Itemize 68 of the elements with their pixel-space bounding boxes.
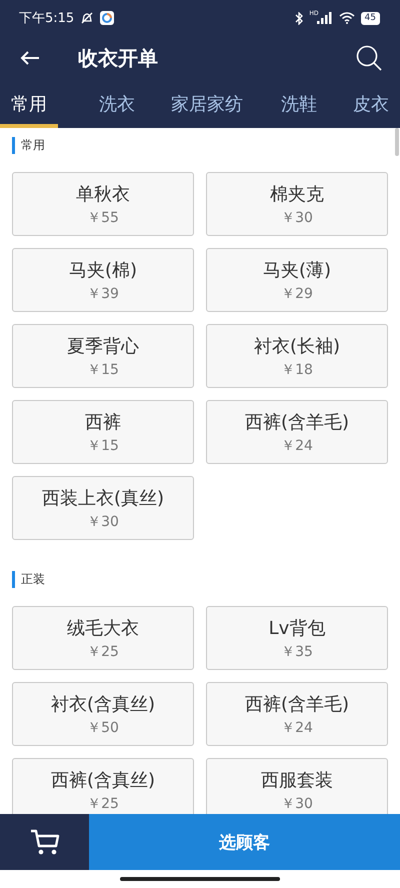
garment-card[interactable]: 夏季背心 ￥15 [12,324,194,388]
garment-price: ￥50 [87,718,119,736]
category-tab[interactable]: 家居家纺 [160,80,254,128]
garment-name: 西裤(含真丝) [50,768,156,792]
garment-card[interactable]: 西裤(含羊毛) ￥24 [206,682,388,746]
garment-price: ￥24 [281,436,313,454]
garment-price: ￥29 [281,284,313,302]
garment-card[interactable]: 西裤(含真丝) ￥25 [12,758,194,814]
section-marker [12,137,15,154]
garment-price: ￥18 [281,360,313,378]
category-tab[interactable]: 洗衣 [88,80,146,128]
garment-price: ￥25 [87,642,119,660]
garment-name: 西裤(含羊毛) [244,410,350,434]
battery-level: 45 [360,12,380,24]
garment-card[interactable]: 西装上衣(真丝) ￥30 [12,476,194,540]
garment-price: ￥25 [87,794,119,812]
category-tab[interactable]: 皮衣 [342,80,400,128]
search-icon[interactable] [356,45,382,71]
scrollbar[interactable] [395,128,399,156]
mute-icon [80,11,94,25]
garment-name: 西装上衣(真丝) [42,486,164,510]
garment-card[interactable]: 棉夹克 ￥30 [206,172,388,236]
garment-price: ￥30 [281,208,313,226]
garment-name: 绒毛大衣 [67,616,139,640]
garment-name: 西裤 [85,410,121,434]
page-title: 收衣开单 [78,44,159,72]
bluetooth-icon [295,12,304,24]
garment-card[interactable]: 西裤(含羊毛) ￥24 [206,400,388,464]
garment-card[interactable]: 西服套装 ￥30 [206,758,388,814]
garment-card[interactable]: 单秋衣 ￥55 [12,172,194,236]
garment-name: 马夹(薄) [262,258,332,282]
cart-button[interactable] [0,814,89,870]
garment-name: 夏季背心 [67,334,139,358]
garment-name: 马夹(棉) [68,258,138,282]
garment-card[interactable]: 绒毛大衣 ￥25 [12,606,194,670]
section-title: 正装 [21,571,45,588]
app-icon [100,11,114,25]
category-tab[interactable]: 常用 [0,80,58,128]
garment-card[interactable]: 衬衣(长袖) ￥18 [206,324,388,388]
garment-price: ￥15 [87,360,119,378]
garment-card[interactable]: 衬衣(含真丝) ￥50 [12,682,194,746]
garment-card[interactable]: 西裤 ￥15 [12,400,194,464]
back-icon[interactable] [20,50,40,66]
select-customer-button[interactable]: 选顾客 [89,814,400,870]
category-tab[interactable]: 洗鞋 [270,80,328,128]
garment-price: ￥55 [87,208,119,226]
garment-price: ￥24 [281,718,313,736]
garment-name: 衬衣(含真丝) [50,692,156,716]
garment-card[interactable]: Lv背包 ￥35 [206,606,388,670]
garment-name: 西服套装 [261,768,333,792]
garment-price: ￥15 [87,436,119,454]
garment-card[interactable]: 马夹(薄) ￥29 [206,248,388,312]
garment-name: 棉夹克 [270,182,324,206]
garment-name: Lv背包 [268,616,326,640]
garment-price: ￥35 [281,642,313,660]
garment-price: ￥39 [87,284,119,302]
signal-icon [316,12,333,24]
section-marker [12,571,15,588]
garment-name: 西裤(含羊毛) [244,692,350,716]
cart-icon [30,828,60,856]
section-title: 常用 [21,137,45,154]
garment-card[interactable]: 马夹(棉) ￥39 [12,248,194,312]
wifi-icon [338,12,355,24]
garment-name: 单秋衣 [76,182,130,206]
garment-price: ￥30 [281,794,313,812]
garment-name: 衬衣(长袖) [254,334,340,358]
garment-price: ￥30 [87,512,119,530]
status-time: 下午5:15 [19,10,74,27]
